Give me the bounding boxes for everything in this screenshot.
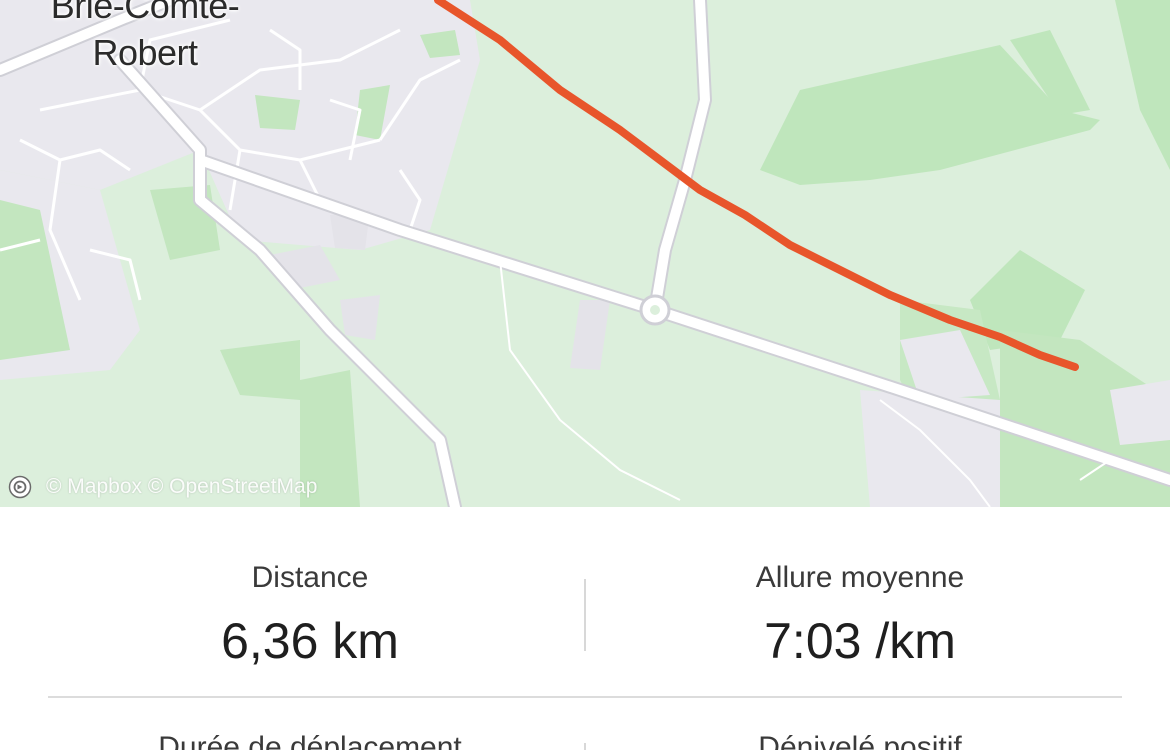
stat-divider xyxy=(584,579,586,651)
distance-stat: Distance 6,36 km xyxy=(110,561,510,669)
elevation-gain-label: Dénivelé positif xyxy=(758,731,962,750)
route-map[interactable]: Brie-Comte- Robert © Mapbox © OpenStreet… xyxy=(0,0,1170,507)
pace-value: 7:03 /km xyxy=(764,613,956,669)
mapbox-logo-icon[interactable] xyxy=(8,475,32,499)
map-canvas xyxy=(0,0,1170,507)
activity-stats: Distance 6,36 km Allure moyenne 7:03 /km… xyxy=(0,507,1170,750)
moving-time-stat: Durée de déplacement xyxy=(110,731,510,750)
attribution-text[interactable]: © Mapbox © OpenStreetMap xyxy=(46,475,317,499)
map-attribution[interactable]: © Mapbox © OpenStreetMap xyxy=(8,473,317,501)
elevation-gain-stat: Dénivelé positif xyxy=(660,731,1060,750)
activity-screen: Brie-Comte- Robert © Mapbox © OpenStreet… xyxy=(0,0,1170,750)
pace-label: Allure moyenne xyxy=(755,561,965,594)
place-label-line2: Robert xyxy=(92,32,198,73)
row-divider xyxy=(48,696,1122,698)
distance-value: 6,36 km xyxy=(221,613,399,669)
place-label-line1: Brie-Comte- xyxy=(50,0,240,26)
pace-stat: Allure moyenne 7:03 /km xyxy=(660,561,1060,669)
moving-time-label: Durée de déplacement xyxy=(158,731,462,750)
stat-divider-lower xyxy=(584,743,586,750)
distance-label: Distance xyxy=(251,561,369,594)
